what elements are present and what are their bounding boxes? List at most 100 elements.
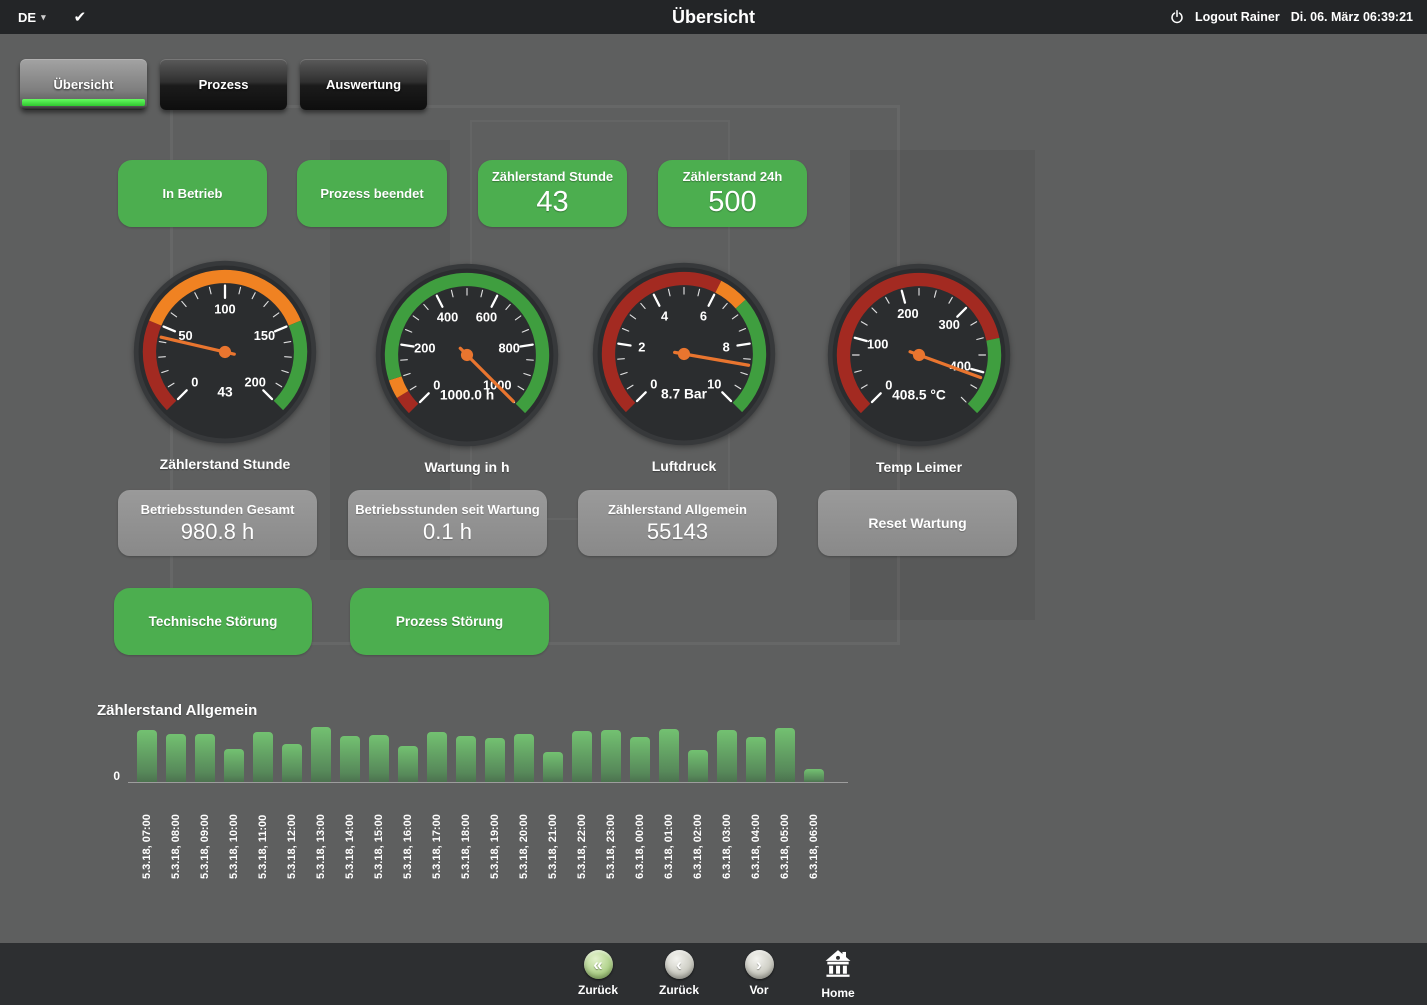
x-axis-label: 5.3.18, 20:00 — [518, 814, 530, 879]
bar — [253, 732, 273, 782]
gauge-value: 1000.0 h — [440, 388, 494, 403]
home-button[interactable]: Home — [803, 950, 873, 1000]
gauge-band — [403, 394, 414, 408]
x-axis-label: 5.3.18, 16:00 — [402, 814, 414, 879]
forward-button[interactable]: › Vor — [724, 950, 794, 997]
gauge-tick-label: 0 — [191, 375, 198, 390]
bar — [630, 737, 650, 782]
bar — [311, 727, 331, 782]
tab-auswertung[interactable]: Auswertung — [300, 59, 427, 110]
bar — [543, 752, 563, 782]
bar — [804, 769, 824, 782]
gauge-zaehlerstand-stunde: 05010015020043 Zählerstand Stunde — [130, 257, 320, 472]
gauge-band — [395, 378, 402, 394]
bar — [137, 730, 157, 782]
bar — [340, 736, 360, 782]
gauge-caption: Luftdruck — [652, 458, 717, 474]
double-chevron-left-icon: « — [584, 950, 613, 979]
info-label: Betriebsstunden Gesamt — [141, 502, 295, 517]
bar — [717, 730, 737, 782]
back-fast-button[interactable]: « Zurück — [563, 950, 633, 997]
nav-label: Home — [821, 986, 854, 1000]
bar — [166, 734, 186, 782]
reset-wartung-button[interactable]: Reset Wartung — [818, 490, 1017, 556]
gauge-tick-label: 10 — [707, 377, 721, 392]
bar — [688, 750, 708, 782]
gauge-temp-leimer: 0100200300400408.5 °C Temp Leimer — [824, 260, 1014, 475]
info-tile-betriebsstunden-seit-wartung: Betriebsstunden seit Wartung 0.1 h — [348, 490, 547, 556]
gauge-caption: Zählerstand Stunde — [160, 456, 291, 472]
gauge-wartung: 020040060080010001000.0 h Wartung in h — [372, 260, 562, 475]
gauge-caption: Wartung in h — [424, 459, 509, 475]
bar — [659, 729, 679, 782]
gauge-tick-label: 2 — [638, 340, 645, 355]
gauge-hub — [219, 346, 231, 358]
bar — [369, 735, 389, 782]
status-tile-zaehlerstand-stunde: Zählerstand Stunde 43 — [478, 160, 627, 227]
info-tile-zaehlerstand-allgemein: Zählerstand Allgemein 55143 — [578, 490, 777, 556]
tab-label: Auswertung — [326, 77, 401, 92]
info-label: Betriebsstunden seit Wartung — [355, 502, 539, 517]
x-axis-label: 6.3.18, 02:00 — [692, 814, 704, 879]
gauge-luftdruck: 02468108.7 Bar Luftdruck — [589, 259, 779, 474]
bar — [514, 734, 534, 782]
nav-label: Vor — [749, 983, 768, 997]
overview-screen: DE ▾ ✔ Übersicht Logout Rainer Di. 06. M… — [0, 0, 1427, 1005]
x-axis-label: 5.3.18, 12:00 — [286, 814, 298, 879]
gauge-tick-label: 800 — [499, 341, 520, 356]
back-button[interactable]: ‹ Zurück — [644, 950, 714, 997]
status-value: 500 — [708, 187, 756, 217]
chevron-left-icon: ‹ — [665, 950, 694, 979]
status-label: Zählerstand 24h — [683, 169, 783, 184]
gauge-dial: 02468108.7 Bar — [589, 259, 779, 449]
x-axis-label: 6.3.18, 01:00 — [663, 814, 675, 879]
gauge-tick-label: 8 — [723, 340, 730, 355]
x-axis-label: 5.3.18, 09:00 — [199, 814, 211, 879]
x-axis-label: 5.3.18, 18:00 — [460, 814, 472, 879]
technische-stoerung-button[interactable]: Technische Störung — [114, 588, 312, 655]
x-axis-label: 5.3.18, 14:00 — [344, 814, 356, 879]
info-label: Reset Wartung — [868, 515, 966, 531]
bar — [572, 731, 592, 782]
nav-label: Zurück — [578, 983, 618, 997]
bar — [456, 736, 476, 782]
chevron-right-icon: › — [745, 950, 774, 979]
gauge-tick-label: 6 — [700, 308, 707, 323]
status-tile-prozess-beendet: Prozess beendet — [297, 160, 447, 227]
tab-prozess[interactable]: Prozess — [160, 59, 287, 110]
gauge-hub — [678, 348, 690, 360]
bottom-nav-bar: « Zurück ‹ Zurück › Vor — [0, 943, 1427, 1005]
tab-uebersicht[interactable]: Übersicht — [20, 59, 147, 110]
x-axis-label: 6.3.18, 04:00 — [750, 814, 762, 879]
bar — [282, 744, 302, 782]
x-axis-label: 5.3.18, 07:00 — [141, 814, 153, 879]
status-tile-in-betrieb: In Betrieb — [118, 160, 267, 227]
gauge-tick-label: 200 — [245, 375, 266, 390]
bar-chart-plot — [128, 722, 848, 783]
gauge-tick-label: 400 — [437, 309, 458, 324]
gauge-value: 8.7 Bar — [661, 387, 708, 402]
gauge-tick-label: 600 — [476, 309, 497, 324]
gauge-tick-label: 4 — [661, 308, 669, 323]
status-label: Zählerstand Stunde — [492, 169, 613, 184]
gauge-dial: 0100200300400408.5 °C — [824, 260, 1014, 450]
power-icon[interactable] — [1170, 10, 1184, 24]
gauge-tick-label: 300 — [939, 317, 960, 332]
x-axis-label: 5.3.18, 15:00 — [373, 814, 385, 879]
home-icon — [822, 950, 854, 982]
status-value: 43 — [536, 187, 568, 217]
bar — [485, 738, 505, 782]
prozess-stoerung-button[interactable]: Prozess Störung — [350, 588, 549, 655]
x-axis-label: 5.3.18, 08:00 — [170, 814, 182, 879]
top-bar: DE ▾ ✔ Übersicht Logout Rainer Di. 06. M… — [0, 0, 1427, 34]
bar — [224, 749, 244, 782]
x-axis-label: 5.3.18, 13:00 — [315, 814, 327, 879]
info-value: 980.8 h — [181, 519, 254, 545]
bar — [746, 737, 766, 782]
x-axis-label: 5.3.18, 19:00 — [489, 814, 501, 879]
x-axis-label: 5.3.18, 17:00 — [431, 814, 443, 879]
logout-button[interactable]: Logout Rainer — [1195, 10, 1280, 24]
datetime-label: Di. 06. März 06:39:21 — [1291, 10, 1413, 24]
x-axis-label: 6.3.18, 06:00 — [808, 814, 820, 879]
tab-label: Prozess — [199, 77, 249, 92]
